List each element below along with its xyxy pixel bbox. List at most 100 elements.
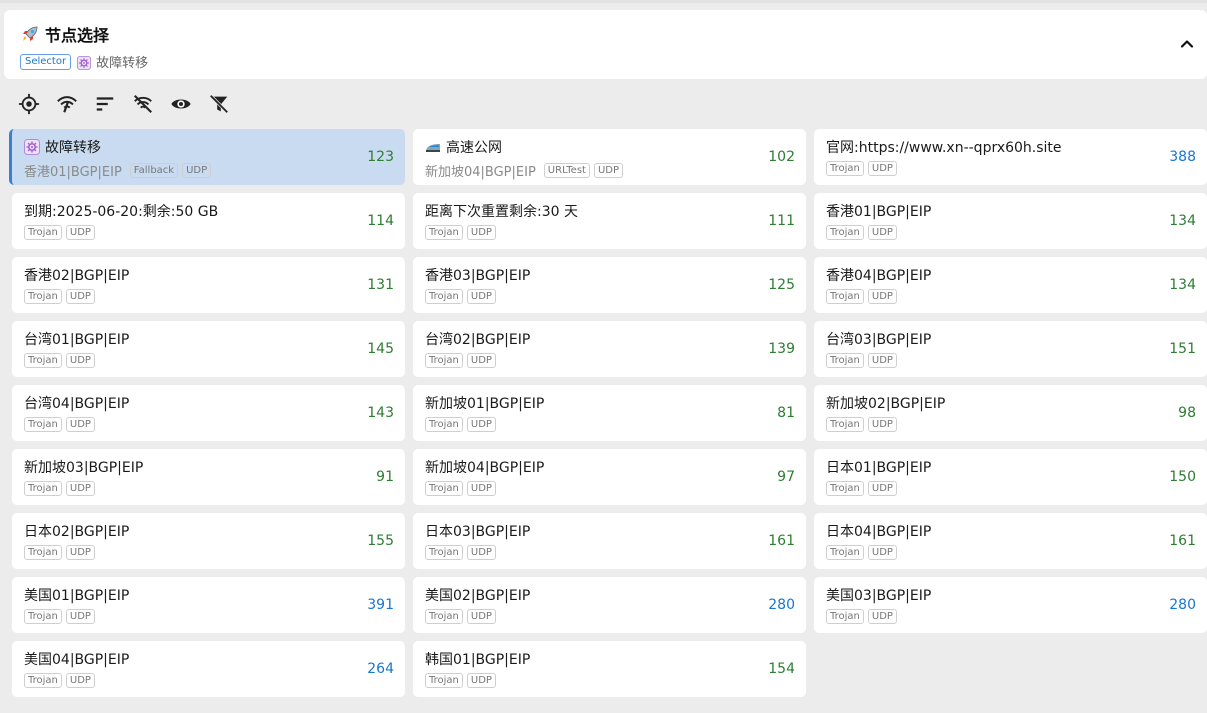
gear-icon xyxy=(24,139,40,155)
proxy-card[interactable]: 高速公网 新加坡04|BGP|EIP URLTest UDP 102 xyxy=(413,129,806,185)
proxy-card[interactable]: 台湾02|BGP|EIP Trojan UDP 139 xyxy=(413,321,806,377)
proxy-type-tag: Trojan xyxy=(425,353,463,368)
proxy-meta: Trojan UDP xyxy=(826,289,901,304)
proxy-type-tag: UDP xyxy=(65,673,95,688)
proxy-card[interactable]: 新加坡02|BGP|EIP Trojan UDP 98 xyxy=(814,385,1207,441)
proxy-type-tag: UDP xyxy=(867,161,897,176)
proxy-card[interactable]: 美国01|BGP|EIP Trojan UDP 391 xyxy=(12,577,405,633)
proxy-card[interactable]: 新加坡03|BGP|EIP Trojan UDP 91 xyxy=(12,449,405,505)
proxy-card[interactable]: 距离下次重置剩余:30 天 Trojan UDP 111 xyxy=(413,193,806,249)
proxy-delay[interactable]: 391 xyxy=(367,597,394,613)
group-header[interactable]: 节点选择 Selector 故障转移 xyxy=(4,10,1207,79)
proxy-type-tag: UDP xyxy=(182,163,212,178)
proxy-type-tag: Trojan xyxy=(425,545,463,560)
proxy-delay[interactable]: 145 xyxy=(367,341,394,357)
proxy-card[interactable]: 故障转移 香港01|BGP|EIP Fallback UDP 123 xyxy=(9,129,405,185)
proxy-type-tag: Trojan xyxy=(24,289,62,304)
proxy-card[interactable]: 新加坡01|BGP|EIP Trojan UDP 81 xyxy=(413,385,806,441)
proxy-type-tag: Trojan xyxy=(826,609,864,624)
proxy-card[interactable]: 台湾04|BGP|EIP Trojan UDP 143 xyxy=(12,385,405,441)
proxy-name: 官网:https://www.xn--qprx60h.site xyxy=(826,140,1062,156)
proxy-delay[interactable]: 91 xyxy=(376,469,394,485)
sort-icon[interactable] xyxy=(92,92,118,116)
proxy-card[interactable]: 日本04|BGP|EIP Trojan UDP 161 xyxy=(814,513,1207,569)
proxy-delay[interactable]: 150 xyxy=(1169,469,1196,485)
proxy-delay[interactable]: 98 xyxy=(1178,405,1196,421)
proxy-current-node: 新加坡04|BGP|EIP xyxy=(425,165,536,180)
proxy-card[interactable]: 美国03|BGP|EIP Trojan UDP 280 xyxy=(814,577,1207,633)
proxy-name-row: 台湾01|BGP|EIP xyxy=(24,329,129,349)
delay-test-icon[interactable] xyxy=(54,92,80,116)
proxy-delay[interactable]: 125 xyxy=(768,277,795,293)
proxy-meta: Trojan UDP xyxy=(425,353,500,368)
proxy-delay[interactable]: 131 xyxy=(367,277,394,293)
proxy-card[interactable]: 香港03|BGP|EIP Trojan UDP 125 xyxy=(413,257,806,313)
proxy-card[interactable]: 日本03|BGP|EIP Trojan UDP 161 xyxy=(413,513,806,569)
visibility-icon[interactable] xyxy=(168,92,194,116)
proxy-card[interactable]: 新加坡04|BGP|EIP Trojan UDP 97 xyxy=(413,449,806,505)
proxy-delay[interactable]: 114 xyxy=(367,213,394,229)
top-divider xyxy=(0,0,1207,3)
proxy-meta: Trojan UDP xyxy=(24,225,99,240)
proxy-delay[interactable]: 111 xyxy=(768,213,795,229)
proxy-type-tag: UDP xyxy=(867,289,897,304)
proxy-delay[interactable]: 161 xyxy=(1169,533,1196,549)
proxy-delay[interactable]: 264 xyxy=(367,661,394,677)
proxy-type-tag: Trojan xyxy=(24,225,62,240)
proxy-delay[interactable]: 102 xyxy=(768,149,795,165)
proxy-card[interactable]: 官网:https://www.xn--qprx60h.site Trojan UDP… xyxy=(814,129,1207,185)
proxy-delay[interactable]: 280 xyxy=(768,597,795,613)
proxy-card[interactable]: 台湾03|BGP|EIP Trojan UDP 151 xyxy=(814,321,1207,377)
proxy-type-tag: Trojan xyxy=(425,673,463,688)
proxy-card[interactable]: 香港01|BGP|EIP Trojan UDP 134 xyxy=(814,193,1207,249)
proxy-card[interactable]: 韩国01|BGP|EIP Trojan UDP 154 xyxy=(413,641,806,697)
proxy-name-row: 官网:https://www.xn--qprx60h.site xyxy=(826,137,1062,157)
proxy-name: 台湾01|BGP|EIP xyxy=(24,332,130,348)
proxy-delay[interactable]: 134 xyxy=(1169,213,1196,229)
proxy-meta: Trojan UDP xyxy=(826,481,901,496)
group-type-chip: Selector xyxy=(20,53,72,70)
proxy-card[interactable]: 美国04|BGP|EIP Trojan UDP 264 xyxy=(12,641,405,697)
locate-icon[interactable] xyxy=(16,92,42,116)
proxy-type-tag: Trojan xyxy=(24,545,62,560)
proxy-card[interactable]: 日本01|BGP|EIP Trojan UDP 150 xyxy=(814,449,1207,505)
proxy-meta: Trojan UDP xyxy=(826,225,901,240)
proxy-delay[interactable]: 81 xyxy=(777,405,795,421)
proxy-name-row: 日本03|BGP|EIP xyxy=(425,521,530,541)
proxy-name-row: 美国02|BGP|EIP xyxy=(425,585,530,605)
proxy-card[interactable]: 日本02|BGP|EIP Trojan UDP 155 xyxy=(12,513,405,569)
proxy-name-row: 日本02|BGP|EIP xyxy=(24,521,129,541)
proxy-type-tag: UDP xyxy=(466,673,496,688)
proxy-delay[interactable]: 161 xyxy=(768,533,795,549)
proxy-card[interactable]: 到期:2025-06-20:剩余:50 GB Trojan UDP 114 xyxy=(12,193,405,249)
proxy-delay[interactable]: 154 xyxy=(768,661,795,677)
proxy-type-tag: UDP xyxy=(867,609,897,624)
proxy-delay[interactable]: 139 xyxy=(768,341,795,357)
proxy-type-tag: Trojan xyxy=(24,417,62,432)
proxy-name-row: 香港01|BGP|EIP xyxy=(826,201,931,221)
proxy-name-row: 美国04|BGP|EIP xyxy=(24,649,129,669)
proxy-delay[interactable]: 155 xyxy=(367,533,394,549)
proxy-type-tag: Trojan xyxy=(826,161,864,176)
proxy-type-tag: UDP xyxy=(65,481,95,496)
proxy-name: 新加坡03|BGP|EIP xyxy=(24,460,144,476)
proxy-card[interactable]: 香港02|BGP|EIP Trojan UDP 131 xyxy=(12,257,405,313)
proxy-type-tag: UDP xyxy=(466,417,496,432)
proxy-delay[interactable]: 143 xyxy=(367,405,394,421)
proxy-delay[interactable]: 151 xyxy=(1169,341,1196,357)
proxy-delay[interactable]: 280 xyxy=(1169,597,1196,613)
proxy-delay[interactable]: 123 xyxy=(367,149,394,165)
proxy-card[interactable]: 台湾01|BGP|EIP Trojan UDP 145 xyxy=(12,321,405,377)
proxy-card[interactable]: 美国02|BGP|EIP Trojan UDP 280 xyxy=(413,577,806,633)
proxy-name: 高速公网 xyxy=(446,140,502,156)
proxy-delay[interactable]: 97 xyxy=(777,469,795,485)
proxy-card[interactable]: 香港04|BGP|EIP Trojan UDP 134 xyxy=(814,257,1207,313)
proxy-delay[interactable]: 388 xyxy=(1169,149,1196,165)
proxy-name-row: 香港03|BGP|EIP xyxy=(425,265,530,285)
proxy-type-tag: UDP xyxy=(466,481,496,496)
chevron-up-icon[interactable] xyxy=(1179,36,1195,52)
clear-filter-icon[interactable] xyxy=(206,92,232,116)
proxy-delay[interactable]: 134 xyxy=(1169,277,1196,293)
proxy-type-tag: UDP xyxy=(593,163,624,178)
filter-off-icon[interactable] xyxy=(130,92,156,116)
